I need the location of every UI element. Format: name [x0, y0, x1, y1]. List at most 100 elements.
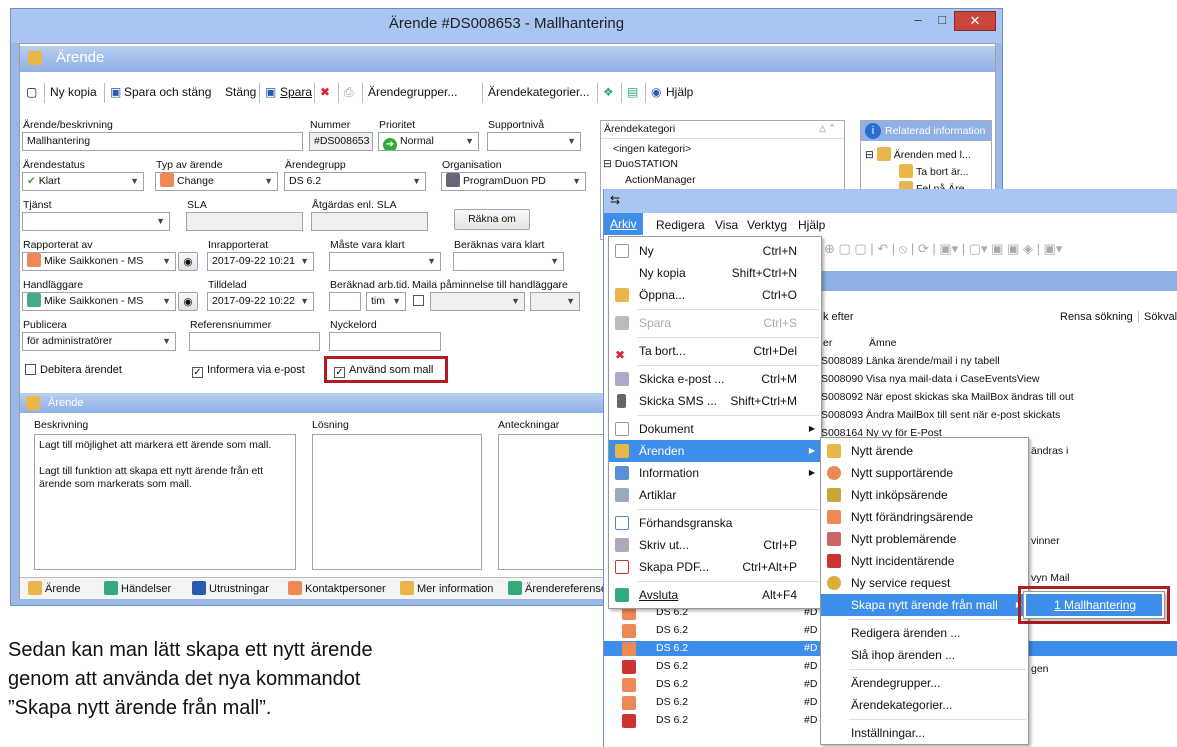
table-row[interactable]: S008089 Länka ärende/mail i ny tabell — [821, 354, 1177, 369]
submenu-item-skapa-fran-mall[interactable]: Skapa nytt ärende från mall ▶ — [821, 594, 1028, 616]
informera-checkbox[interactable]: ✓ Informera via e-post — [192, 364, 305, 378]
hjalp-button[interactable]: Hjälp — [666, 85, 693, 99]
debitera-checkbox[interactable]: Debitera ärendet — [25, 364, 122, 376]
anteckningar-textarea[interactable] — [498, 434, 618, 570]
submenu-item-sla-ihop-arenden[interactable]: Slå ihop ärenden ... — [821, 644, 1028, 666]
tab-handelser[interactable]: Händelser — [104, 581, 171, 595]
submenu-item-nytt-forandringsarende[interactable]: Nytt förändringsärende — [821, 506, 1028, 528]
submenu-item-nytt-supportarende[interactable]: Nytt supportärende — [821, 462, 1028, 484]
tab-kontaktpersoner[interactable]: Kontaktpersoner — [288, 581, 386, 595]
menu-item-spara[interactable]: Spara Ctrl+S — [609, 312, 821, 334]
eye-button[interactable]: ◉ — [178, 292, 198, 311]
maste-field[interactable]: ▼ — [329, 252, 441, 271]
tab-mer-information[interactable]: Mer information — [400, 581, 493, 595]
menu-item-ny-kopia[interactable]: Ny kopia Shift+Ctrl+N — [609, 262, 821, 284]
menu-item-ta-bort[interactable]: ✖ Ta bort... Ctrl+Del — [609, 340, 821, 362]
handlaggare-label: Handläggare — [23, 279, 84, 291]
ny-kopia-button[interactable]: Ny kopia — [50, 85, 97, 99]
menu-item-skapa-pdf[interactable]: Skapa PDF... Ctrl+Alt+P — [609, 556, 821, 578]
tab-arendereferenser[interactable]: Ärendereferenser — [508, 581, 611, 595]
prioritet-select[interactable]: ➜ Normal ▼ — [378, 132, 479, 151]
spara-och-stang-button[interactable]: Spara och stäng — [124, 85, 211, 99]
nyckelord-field[interactable] — [329, 332, 441, 351]
menu-visa[interactable]: Visa — [715, 218, 738, 232]
related-item[interactable]: Ta bort är... — [899, 164, 969, 178]
table-row[interactable]: S008093 Ändra MailBox till sent när e-po… — [821, 408, 1177, 423]
menu-item-information[interactable]: Information ▶ — [609, 462, 821, 484]
submenu-item-redigera-arenden[interactable]: Redigera ärenden ... — [821, 622, 1028, 644]
submenu-item-nytt-problemarende[interactable]: Nytt problemärende — [821, 528, 1028, 550]
refresh-icon[interactable]: ❖ — [603, 85, 614, 99]
spara-button[interactable]: Spara — [280, 85, 312, 99]
column-amne[interactable]: Ämne — [869, 337, 896, 349]
menu-item-forhandsgranska[interactable]: Förhandsgranska — [609, 512, 821, 534]
handlaggare-select[interactable]: Mike Saikkonen - MS ▼ — [22, 292, 176, 311]
close-button[interactable]: ✕ — [954, 11, 996, 31]
tilldelad-field[interactable]: 2017-09-22 10:22 ▼ — [207, 292, 314, 311]
submenu-item-arendekategorier[interactable]: Ärendekategorier... — [821, 694, 1028, 716]
tjanst-select[interactable]: ▼ — [22, 212, 170, 231]
tab-utrustningar[interactable]: Utrustningar — [192, 581, 269, 595]
menu-arkiv[interactable]: Arkiv — [604, 213, 643, 235]
rensa-sokning-button[interactable]: Rensa sökning — [1060, 311, 1133, 323]
submenu-item-nytt-incidentarende[interactable]: Nytt incidentärende — [821, 550, 1028, 572]
grupp-select[interactable]: DS 6.2 ▼ — [284, 172, 426, 191]
new-icon[interactable]: ▢ — [26, 85, 37, 99]
sokval-button[interactable]: Sökval — [1138, 311, 1177, 323]
losning-textarea[interactable] — [312, 434, 482, 570]
anvand-som-mall-checkbox[interactable]: ✓ Använd som mall — [334, 364, 433, 378]
submenu-item-arendegrupper[interactable]: Ärendegrupper... — [821, 672, 1028, 694]
menu-item-arenden[interactable]: Ärenden ▶ — [609, 440, 821, 462]
table-row[interactable]: S008090 Visa nya mail-data i CaseEventsV… — [821, 372, 1177, 387]
beskrivning-field[interactable]: Mallhantering — [22, 132, 303, 151]
atgardas-field — [311, 212, 428, 231]
menu-item-dokument[interactable]: Dokument ▶ — [609, 418, 821, 440]
beskrivning-textarea[interactable]: Lagt till möjlighet att markera ett ären… — [34, 434, 296, 570]
arbtid-field[interactable] — [329, 292, 361, 311]
tab-arende[interactable]: Ärende — [28, 581, 80, 595]
menu-item-skicka-epost[interactable]: Skicka e-post ... Ctrl+M — [609, 368, 821, 390]
submenu-item-mallhantering[interactable]: 1 Mallhantering — [1026, 594, 1162, 616]
maila-checkbox[interactable] — [413, 295, 424, 306]
arbtid-unit-select[interactable]: tim ▼ — [366, 292, 406, 311]
rapporterat-select[interactable]: Mike Saikkonen - MS ▼ — [22, 252, 176, 271]
arendekategorier-button[interactable]: Ärendekategorier... — [488, 85, 589, 99]
minimize-button[interactable]: – — [906, 11, 930, 31]
menu-item-oppna[interactable]: Öppna... Ctrl+O — [609, 284, 821, 306]
submenu-item-nytt-arende[interactable]: Nytt ärende — [821, 440, 1028, 462]
publicera-select[interactable]: för administratörer ▼ — [22, 332, 176, 351]
menu-item-ny[interactable]: Ny Ctrl+N — [609, 240, 821, 262]
table-row[interactable]: S008092 När epost skickas ska MailBox än… — [821, 390, 1177, 405]
supportniva-select[interactable]: ▼ — [487, 132, 581, 151]
stang-button[interactable]: Stäng — [225, 85, 256, 99]
menu-item-skriv-ut[interactable]: Skriv ut... Ctrl+P — [609, 534, 821, 556]
menu-hjalp[interactable]: Hjälp — [798, 218, 825, 232]
submenu-item-installningar[interactable]: Inställningar... — [821, 722, 1028, 744]
category-item[interactable]: ActionManager — [625, 174, 696, 186]
menu-item-skicka-sms[interactable]: Skicka SMS ... Shift+Ctrl+M — [609, 390, 821, 412]
print-icon[interactable]: ⎙ — [344, 85, 354, 100]
export-icon[interactable]: ▤ — [627, 85, 638, 99]
column-nr[interactable]: er — [823, 337, 832, 349]
status-select[interactable]: ✔ Klart ▼ — [22, 172, 144, 191]
menu-verktyg[interactable]: Verktyg — [747, 218, 787, 232]
eye-button[interactable]: ◉ — [178, 252, 198, 271]
maximize-button[interactable]: □ — [930, 11, 954, 31]
arendegrupper-button[interactable]: Ärendegrupper... — [368, 85, 457, 99]
category-item[interactable]: ⊟ DuoSTATION — [603, 158, 678, 170]
delete-icon[interactable]: ✖ — [320, 85, 330, 99]
org-select[interactable]: ProgramDuon PD ▼ — [441, 172, 586, 191]
rakna-om-button[interactable]: Räkna om — [454, 209, 530, 230]
menu-item-avsluta[interactable]: Avsluta Alt+F4 — [609, 584, 821, 606]
referens-field[interactable] — [189, 332, 320, 351]
typ-select[interactable]: Change ▼ — [155, 172, 278, 191]
menu-redigera[interactable]: Redigera — [656, 218, 705, 232]
submenu-item-ny-service-request[interactable]: Ny service request — [821, 572, 1028, 594]
category-item[interactable]: <ingen kategori> — [613, 143, 691, 155]
beraknas-field[interactable]: ▼ — [453, 252, 564, 271]
related-item[interactable]: ⊟ Ärenden med l... — [865, 147, 971, 161]
menu-item-artiklar[interactable]: Artiklar — [609, 484, 821, 506]
submenu-item-nytt-inkopsarende[interactable]: Nytt inköpsärende — [821, 484, 1028, 506]
submenu-arrow-icon: ▶ — [808, 424, 815, 433]
inrapporterat-field[interactable]: 2017-09-22 10:21 ▼ — [207, 252, 314, 271]
